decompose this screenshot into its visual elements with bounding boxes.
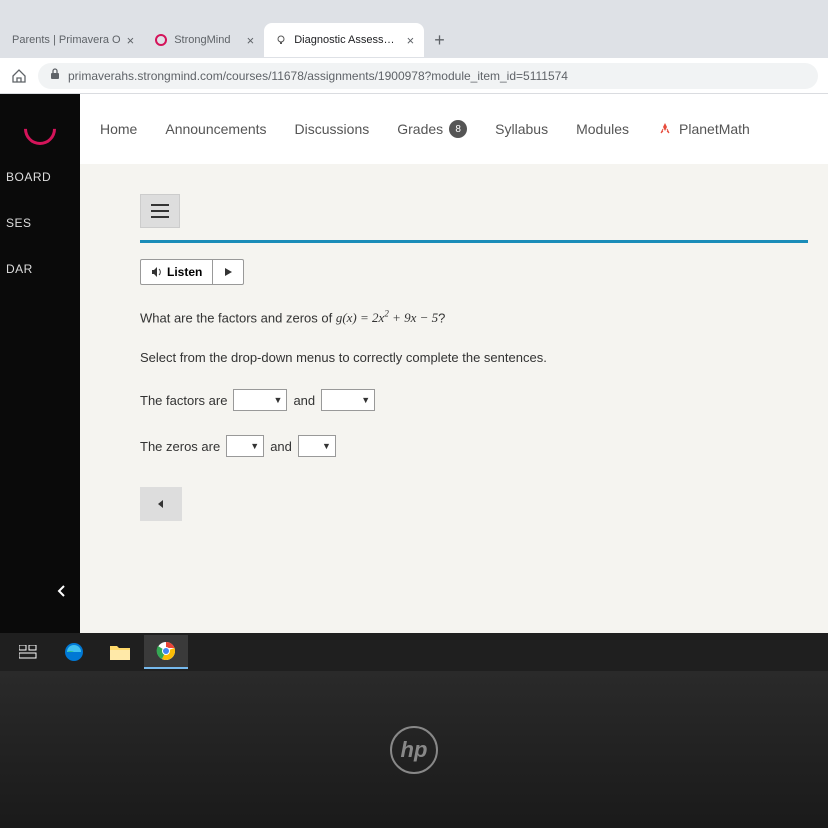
nav-label: PlanetMath: [679, 121, 750, 137]
close-icon[interactable]: ×: [247, 33, 255, 48]
tab-strongmind[interactable]: StrongMind ×: [144, 23, 264, 57]
new-tab-button[interactable]: +: [424, 30, 455, 51]
lock-icon: [50, 68, 60, 83]
page-body: BOARD SES DAR Home Announcements Discuss…: [0, 94, 828, 633]
nav-grades[interactable]: Grades 8: [397, 120, 467, 138]
tab-diagnostic[interactable]: Diagnostic Assessment ×: [264, 23, 424, 57]
speaker-icon: [151, 266, 163, 278]
nav-label: Grades: [397, 121, 443, 137]
assignment-content: Listen What are the factors and zeros of…: [80, 164, 828, 633]
back-button[interactable]: [140, 487, 182, 521]
grades-badge: 8: [449, 120, 467, 138]
strongmind-icon: [154, 33, 168, 47]
rocket-icon: [657, 121, 673, 137]
tab-label: Diagnostic Assessment: [294, 34, 400, 46]
close-icon[interactable]: ×: [127, 33, 135, 48]
tab-label: Parents | Primavera O: [12, 34, 121, 46]
triangle-left-icon: [156, 499, 166, 509]
zeros-label: The zeros are: [140, 439, 220, 454]
play-icon: [213, 267, 243, 277]
tab-parents[interactable]: Parents | Primavera O ×: [2, 23, 144, 57]
hamburger-icon: [151, 204, 169, 218]
hp-logo: hp: [390, 726, 438, 774]
instruction-text: Select from the drop-down menus to corre…: [140, 350, 808, 365]
chevron-down-icon: ▼: [322, 441, 331, 451]
and-text: and: [293, 393, 315, 408]
nav-home[interactable]: Home: [100, 121, 137, 137]
file-explorer-button[interactable]: [98, 635, 142, 669]
divider: [140, 240, 808, 243]
collapse-sidebar-button[interactable]: [50, 579, 74, 603]
menu-button[interactable]: [140, 194, 180, 228]
zeros-row: The zeros are ▼ and ▼: [140, 435, 808, 457]
and-text: and: [270, 439, 292, 454]
chrome-button[interactable]: [144, 635, 188, 669]
factor-2-dropdown[interactable]: ▼: [321, 389, 375, 411]
task-view-button[interactable]: [6, 635, 50, 669]
nav-modules[interactable]: Modules: [576, 121, 629, 137]
course-nav: Home Announcements Discussions Grades 8 …: [80, 94, 828, 164]
bulb-icon: [274, 33, 288, 47]
url-text: primaverahs.strongmind.com/courses/11678…: [68, 69, 568, 83]
zero-2-dropdown[interactable]: ▼: [298, 435, 336, 457]
tab-label: StrongMind: [174, 34, 240, 46]
home-icon[interactable]: [10, 67, 28, 85]
close-icon[interactable]: ×: [407, 33, 415, 48]
logo-icon: [17, 106, 62, 151]
nav-discussions[interactable]: Discussions: [295, 121, 370, 137]
nav-syllabus[interactable]: Syllabus: [495, 121, 548, 137]
nav-planetmath[interactable]: PlanetMath: [657, 121, 750, 137]
address-bar: primaverahs.strongmind.com/courses/11678…: [0, 58, 828, 94]
nav-announcements[interactable]: Announcements: [165, 121, 266, 137]
app-logo[interactable]: [0, 104, 80, 154]
listen-label-part: Listen: [141, 260, 213, 284]
math-expression: g(x) = 2x2 + 9x − 5: [336, 310, 438, 325]
url-input[interactable]: primaverahs.strongmind.com/courses/11678…: [38, 63, 818, 89]
zero-1-dropdown[interactable]: ▼: [226, 435, 264, 457]
edge-button[interactable]: [52, 635, 96, 669]
factor-1-dropdown[interactable]: ▼: [233, 389, 287, 411]
chevron-down-icon: ▼: [361, 395, 370, 405]
left-sidebar: BOARD SES DAR: [0, 94, 80, 633]
factors-row: The factors are ▼ and ▼: [140, 389, 808, 411]
main-content: Home Announcements Discussions Grades 8 …: [80, 94, 828, 633]
question-text: What are the factors and zeros of g(x) =…: [140, 309, 808, 326]
laptop-bezel: hp: [0, 671, 828, 828]
sidebar-item-board[interactable]: BOARD: [0, 154, 80, 200]
sidebar-item-dar[interactable]: DAR: [0, 246, 80, 292]
browser-tab-strip: Parents | Primavera O × StrongMind × Dia…: [0, 0, 828, 58]
listen-button[interactable]: Listen: [140, 259, 244, 285]
listen-text: Listen: [167, 265, 202, 279]
chevron-down-icon: ▼: [250, 441, 259, 451]
factors-label: The factors are: [140, 393, 227, 408]
sidebar-item-ses[interactable]: SES: [0, 200, 80, 246]
chevron-down-icon: ▼: [274, 395, 283, 405]
windows-taskbar: [0, 633, 828, 671]
